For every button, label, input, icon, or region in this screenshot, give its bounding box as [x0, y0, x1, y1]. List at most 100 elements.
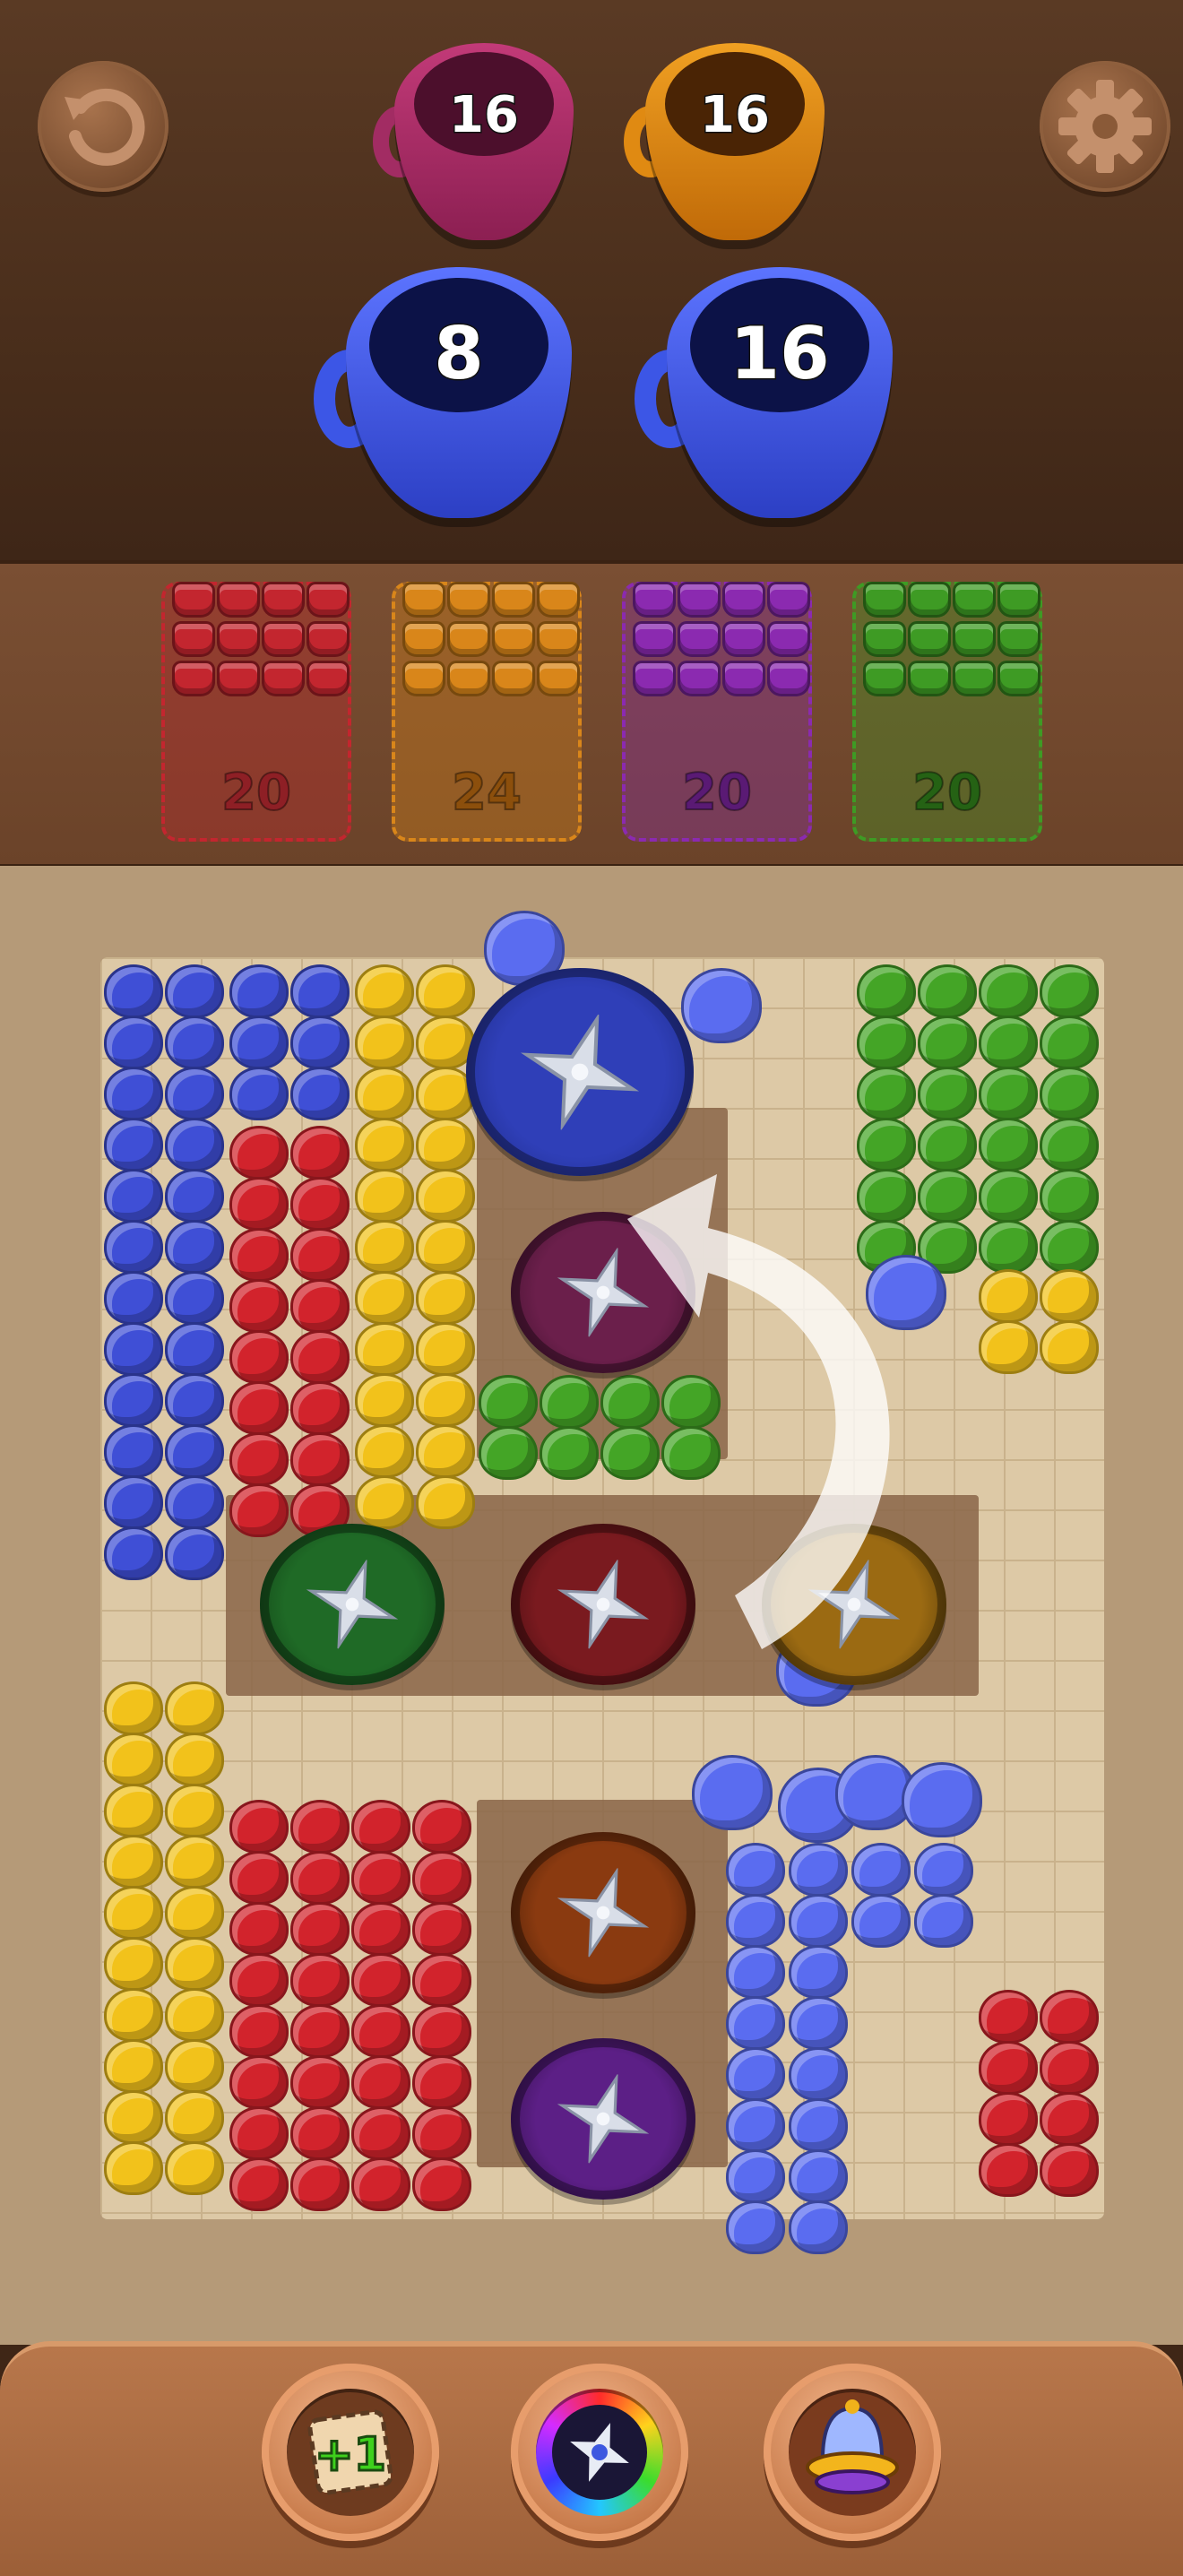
lemon[interactable]	[416, 1169, 475, 1223]
blueberry[interactable]	[789, 2149, 848, 2203]
pepper[interactable]	[1040, 1220, 1099, 1274]
lemon[interactable]	[416, 1475, 475, 1529]
strawberry[interactable]	[290, 1851, 350, 1905]
lemon[interactable]	[416, 1220, 475, 1274]
blueberry[interactable]	[789, 1894, 848, 1948]
strawberry[interactable]	[229, 1953, 289, 2007]
strawberry[interactable]	[290, 1953, 350, 2007]
spinner-hole[interactable]	[260, 1524, 445, 1685]
blueberry[interactable]	[104, 964, 163, 1018]
strawberry[interactable]	[229, 2004, 289, 2058]
lemon[interactable]	[979, 1269, 1038, 1323]
strawberry[interactable]	[351, 1851, 410, 1905]
pepper[interactable]	[479, 1426, 538, 1480]
lemon[interactable]	[165, 2090, 224, 2144]
strawberry[interactable]	[290, 1381, 350, 1435]
strawberry[interactable]	[229, 2055, 289, 2109]
strawberry[interactable]	[1040, 2092, 1099, 2146]
lemon[interactable]	[104, 1835, 163, 1889]
rainbow-spinner-button[interactable]	[511, 2364, 688, 2541]
blueberry[interactable]	[851, 1843, 911, 1897]
blueberry[interactable]	[165, 964, 224, 1018]
blueberry[interactable]	[229, 964, 289, 1018]
strawberry[interactable]	[229, 1228, 289, 1282]
blueberry[interactable]	[789, 2047, 848, 2101]
lemon[interactable]	[165, 1733, 224, 1786]
blueberry[interactable]	[229, 1067, 289, 1120]
lemon[interactable]	[165, 1886, 224, 1940]
strawberry[interactable]	[290, 1902, 350, 1956]
strawberry[interactable]	[1040, 2041, 1099, 2095]
lemon[interactable]	[104, 2039, 163, 2093]
blueberry[interactable]	[165, 1373, 224, 1427]
blueberry[interactable]	[104, 1118, 163, 1171]
blueberry[interactable]	[165, 1424, 224, 1478]
blueberry[interactable]	[104, 1016, 163, 1069]
blueberry[interactable]	[692, 1755, 773, 1830]
strawberry[interactable]	[351, 1953, 410, 2007]
lemon[interactable]	[165, 1681, 224, 1735]
pepper[interactable]	[918, 964, 977, 1018]
blueberry[interactable]	[914, 1894, 973, 1948]
strawberry[interactable]	[1040, 1990, 1099, 2044]
strawberry[interactable]	[351, 1800, 410, 1854]
strawberry[interactable]	[412, 1953, 471, 2007]
blueberry[interactable]	[104, 1322, 163, 1376]
lemon[interactable]	[165, 2039, 224, 2093]
strawberry[interactable]	[290, 2106, 350, 2160]
blueberry[interactable]	[726, 1996, 785, 2050]
blueberry[interactable]	[902, 1762, 982, 1837]
blueberry[interactable]	[165, 1526, 224, 1580]
cup-blue-right[interactable]: 16	[635, 267, 893, 518]
strawberry[interactable]	[290, 2157, 350, 2211]
blueberry[interactable]	[165, 1118, 224, 1171]
strawberry[interactable]	[351, 1902, 410, 1956]
blueberry[interactable]	[290, 1016, 350, 1069]
blueberry[interactable]	[104, 1424, 163, 1478]
strawberry[interactable]	[229, 2157, 289, 2211]
strawberry[interactable]	[412, 1800, 471, 1854]
strawberry[interactable]	[290, 1126, 350, 1180]
strawberry[interactable]	[979, 2143, 1038, 2197]
lemon[interactable]	[979, 1320, 1038, 1374]
blueberry[interactable]	[290, 1067, 350, 1120]
lemon[interactable]	[355, 1067, 414, 1120]
blueberry[interactable]	[726, 2200, 785, 2254]
strawberry[interactable]	[290, 1432, 350, 1486]
blueberry[interactable]	[789, 2098, 848, 2152]
blueberry[interactable]	[104, 1526, 163, 1580]
pepper[interactable]	[1040, 1118, 1099, 1171]
strawberry[interactable]	[229, 1330, 289, 1384]
settings-button[interactable]	[1040, 61, 1170, 192]
lemon[interactable]	[104, 2141, 163, 2195]
pepper[interactable]	[979, 1016, 1038, 1069]
blueberry[interactable]	[104, 1067, 163, 1120]
lemon[interactable]	[1040, 1320, 1099, 1374]
blueberry[interactable]	[726, 1945, 785, 1999]
pepper[interactable]	[479, 1375, 538, 1429]
lemon[interactable]	[355, 1016, 414, 1069]
strawberry[interactable]	[229, 1432, 289, 1486]
strawberry[interactable]	[351, 2106, 410, 2160]
blueberry[interactable]	[789, 1996, 848, 2050]
strawberry[interactable]	[979, 2092, 1038, 2146]
lemon[interactable]	[355, 1220, 414, 1274]
strawberry[interactable]	[229, 1851, 289, 1905]
lemon[interactable]	[165, 1937, 224, 1991]
lemon[interactable]	[165, 2141, 224, 2195]
blueberry[interactable]	[165, 1271, 224, 1325]
blueberry[interactable]	[104, 1169, 163, 1223]
lemon[interactable]	[355, 964, 414, 1018]
bell-button[interactable]	[764, 2364, 941, 2541]
add-slot-button[interactable]: +1	[262, 2364, 439, 2541]
strawberry[interactable]	[351, 2157, 410, 2211]
blueberry[interactable]	[726, 1843, 785, 1897]
lemon[interactable]	[104, 1988, 163, 2042]
lemon[interactable]	[355, 1373, 414, 1427]
lemon[interactable]	[165, 1784, 224, 1837]
lemon[interactable]	[355, 1271, 414, 1325]
lemon[interactable]	[104, 1937, 163, 1991]
strawberry[interactable]	[229, 1177, 289, 1231]
spinner-hole[interactable]	[511, 1832, 695, 1993]
lemon[interactable]	[165, 1988, 224, 2042]
